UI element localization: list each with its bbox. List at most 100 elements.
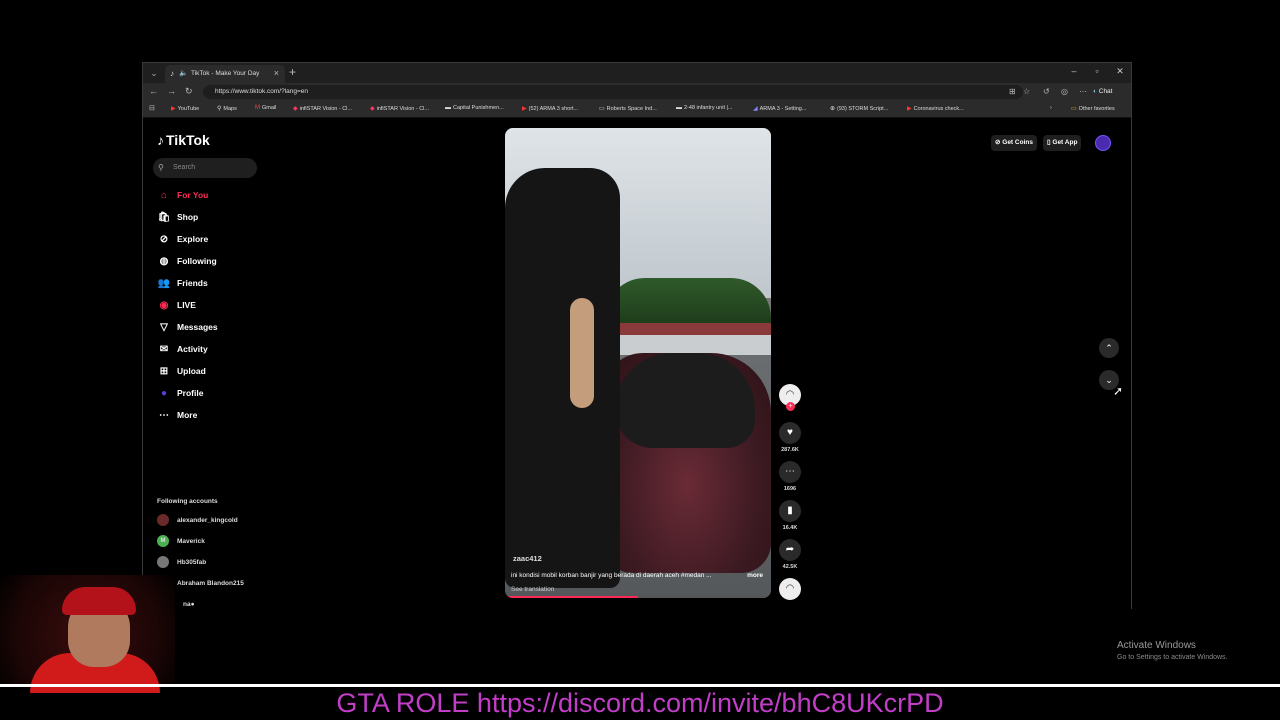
- messages-icon: ▽: [160, 322, 168, 333]
- share-count: 42.5K: [782, 564, 798, 570]
- nav-upload[interactable]: ⊞ Upload: [157, 363, 206, 379]
- video-caption: ini kondisi mobil korban banjir yang ber…: [511, 572, 712, 579]
- chevron-up-icon: ⌃: [1105, 343, 1113, 353]
- apps-icon[interactable]: ⊞: [1009, 87, 1016, 96]
- like-button[interactable]: ♥ 287.6K: [779, 422, 801, 453]
- previous-video-button[interactable]: ⌃: [1099, 338, 1119, 358]
- gmail-icon: M: [255, 105, 260, 111]
- activity-icon: ✉: [159, 344, 169, 355]
- bookmark-item[interactable]: ▶ (52) ARMA 3 short...: [522, 105, 578, 112]
- infantry-icon: ▬: [676, 105, 682, 111]
- nav-activity[interactable]: ✉ Activity: [157, 341, 208, 357]
- share-button[interactable]: ➦ 42.5K: [779, 539, 801, 570]
- chevron-down-icon: ⌄: [1105, 375, 1113, 385]
- bookmark-item[interactable]: ▶ Coronavirus check...: [907, 105, 964, 112]
- minimize-icon[interactable]: –: [1067, 66, 1081, 76]
- favorite-star-icon[interactable]: ☆: [1023, 87, 1030, 96]
- video-player[interactable]: zaac412 ini kondisi mobil korban banjir …: [505, 128, 771, 598]
- nav-following[interactable]: ◍ Following: [157, 253, 217, 269]
- comment-count: 1696: [783, 486, 797, 492]
- bookmark-item[interactable]: ⚲ Maps: [217, 105, 237, 112]
- upload-icon: ⊞: [159, 366, 169, 377]
- save-button[interactable]: ▮ 16.4K: [779, 500, 801, 531]
- bookmark-item[interactable]: ▬ 2-48 infantry unit |...: [676, 105, 733, 111]
- other-favorites[interactable]: ▭ Other favorites: [1071, 105, 1115, 112]
- bookmark-apps-icon[interactable]: ⊟: [149, 104, 155, 112]
- new-tab-button[interactable]: +: [289, 65, 296, 79]
- youtube-icon: ▶: [171, 106, 176, 112]
- bookmark-item[interactable]: ◆ infiSTAR Vision - Cl...: [293, 105, 352, 112]
- video-progress-fill: [505, 596, 638, 598]
- tiktok-page: ♪ TikTok ⚲ Search ⌂ For You 🛍 Shop ⊘ Explore…: [143, 118, 1131, 609]
- maximize-icon[interactable]: ▫: [1090, 66, 1104, 76]
- get-coins-button[interactable]: ⊘ Get Coins: [991, 135, 1037, 151]
- comment-icon: ⋯: [779, 461, 801, 483]
- nav-profile[interactable]: ● Profile: [157, 385, 203, 401]
- account-item[interactable]: Hb305fab: [157, 556, 206, 570]
- caption-more-button[interactable]: more: [747, 572, 763, 579]
- nav-explore[interactable]: ⊘ Explore: [157, 231, 208, 247]
- youtube-icon: ▶: [522, 106, 527, 112]
- bookmark-item[interactable]: ◢ ARMA 3 - Setting...: [753, 105, 806, 112]
- speaker-icon[interactable]: 🔈: [179, 69, 188, 77]
- nav-more[interactable]: ⋯ More: [157, 407, 197, 423]
- bookmark-item[interactable]: ▶ YouTube: [171, 105, 199, 112]
- nav-shop[interactable]: 🛍 Shop: [157, 209, 199, 225]
- close-window-icon[interactable]: ✕: [1113, 66, 1127, 77]
- forward-icon[interactable]: →: [167, 86, 176, 96]
- search-input[interactable]: ⚲ Search: [153, 158, 257, 178]
- bookmark-item[interactable]: M Gmail: [255, 105, 276, 111]
- bookmark-item[interactable]: ▭ Roberts Space Ind...: [599, 105, 657, 112]
- bookmark-item[interactable]: ▬ Capital Punishmen...: [445, 105, 504, 111]
- follow-plus-icon[interactable]: +: [786, 402, 795, 411]
- comment-button[interactable]: ⋯ 1696: [779, 461, 801, 492]
- avatar: M: [157, 535, 169, 548]
- tab-list-dropdown-icon[interactable]: ⌄: [147, 67, 161, 79]
- video-username[interactable]: zaac412: [513, 554, 542, 563]
- nav-friends[interactable]: 👥 Friends: [157, 275, 208, 291]
- reload-icon[interactable]: ↻: [185, 86, 193, 97]
- chat-button[interactable]: ◐ Chat: [1093, 85, 1112, 99]
- bookmark-item[interactable]: ⊕ (93) STORM Script...: [830, 105, 888, 112]
- bookmark-item[interactable]: ◆ infiSTAR Vision - Cl...: [370, 105, 429, 112]
- share-icon: ➦: [779, 539, 801, 561]
- bookmarks-overflow-icon[interactable]: ›: [1050, 105, 1052, 111]
- compass-icon: ⊘: [159, 234, 169, 245]
- address-bar-row: ← → ↻ https://www.tiktok.com/?lang=en ⊞ …: [143, 83, 1131, 101]
- back-icon[interactable]: ←: [149, 86, 158, 96]
- nav-live[interactable]: ◉ LIVE: [157, 297, 196, 313]
- see-translation-link[interactable]: See translation: [511, 586, 554, 593]
- following-accounts-header: Following accounts: [157, 498, 218, 505]
- tab-title: TikTok - Make Your Day: [191, 70, 260, 77]
- like-count: 287.6K: [781, 447, 799, 453]
- mouse-cursor-icon: ➚: [1113, 384, 1124, 398]
- nav-for-you[interactable]: ⌂ For You: [157, 187, 208, 203]
- profile-avatar-icon: ●: [160, 388, 168, 399]
- tiktok-note-icon: ♪: [157, 132, 164, 148]
- video-progress-bar[interactable]: [505, 596, 771, 598]
- music-disc-icon[interactable]: ◠: [779, 578, 801, 600]
- shop-icon: 🛍: [157, 212, 171, 223]
- nav-messages[interactable]: ▽ Messages: [157, 319, 218, 335]
- following-avatar-icon: ◍: [159, 256, 169, 267]
- profile-avatar[interactable]: [1095, 135, 1111, 151]
- refresh-extension-icon[interactable]: ↺: [1043, 87, 1050, 96]
- globe-icon: ⊕: [830, 106, 836, 112]
- home-icon: ⌂: [160, 190, 168, 201]
- bookmarks-bar: ⊟ ▶ YouTube ⚲ Maps M Gmail ◆ infiSTAR Vision…: [143, 101, 1131, 118]
- webcam-overlay: [0, 575, 175, 693]
- avatar: [157, 556, 169, 569]
- account-item[interactable]: alexander_kingcold: [157, 514, 238, 528]
- account-item[interactable]: M Maverick: [157, 535, 205, 549]
- menu-dots-icon[interactable]: ⋯: [1079, 87, 1087, 96]
- avatar: [157, 514, 169, 527]
- get-app-button[interactable]: ▯ Get App: [1043, 135, 1082, 151]
- heart-icon: ♥: [779, 422, 801, 444]
- profile-globe-icon[interactable]: ◎: [1061, 87, 1068, 96]
- activate-windows-title: Activate Windows: [1117, 640, 1196, 651]
- account-item[interactable]: na●: [183, 598, 195, 612]
- tiktok-logo[interactable]: ♪ TikTok: [157, 132, 210, 148]
- url-field[interactable]: https://www.tiktok.com/?lang=en: [203, 85, 1023, 99]
- close-tab-icon[interactable]: ×: [274, 68, 279, 78]
- browser-tab[interactable]: ♪ 🔈 TikTok - Make Your Day ×: [165, 65, 285, 83]
